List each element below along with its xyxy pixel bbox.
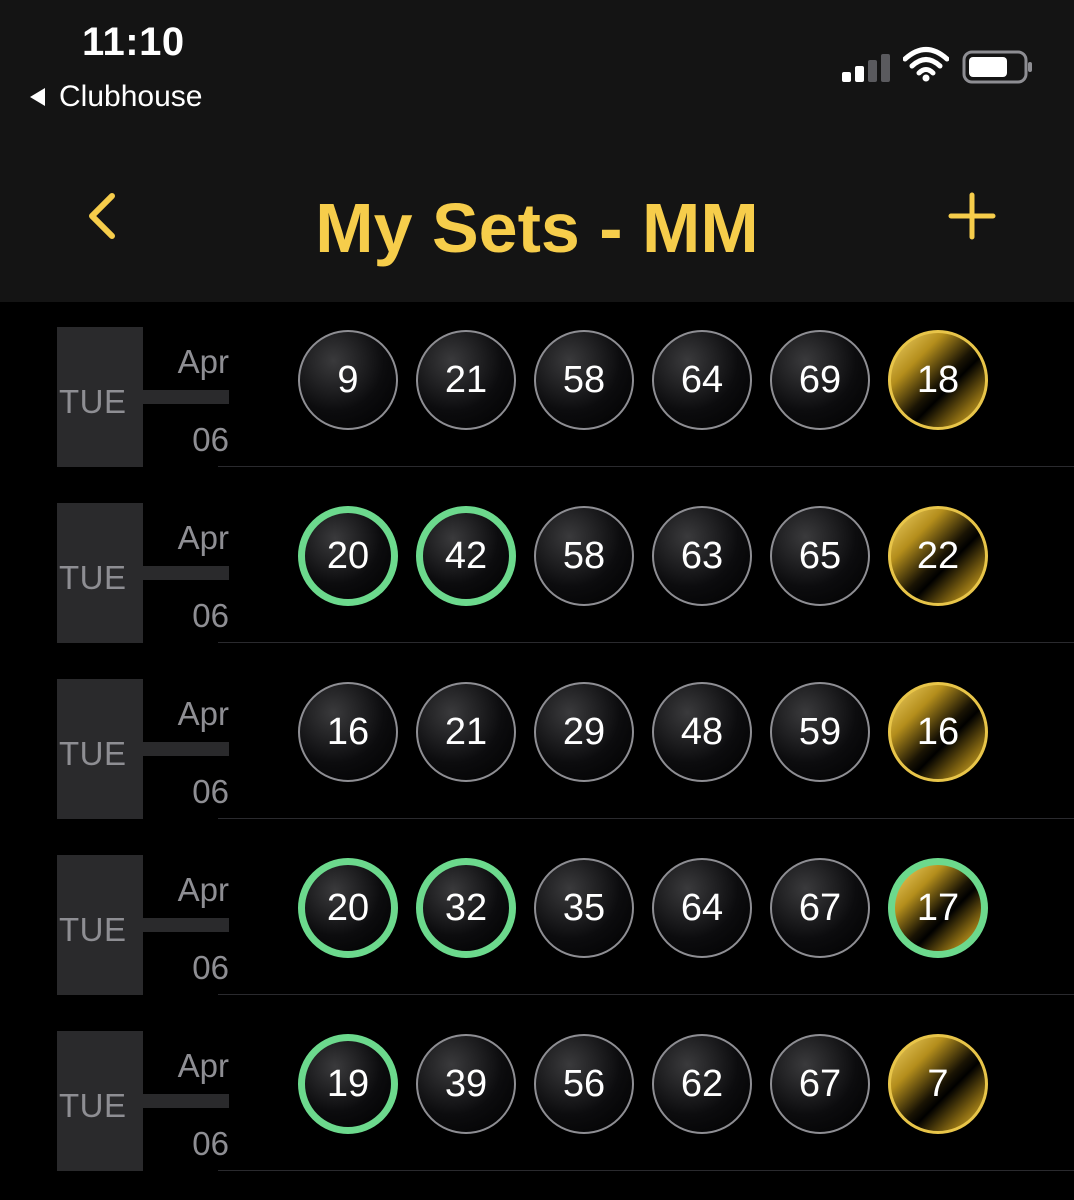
weekday-label: TUE (59, 383, 127, 420)
back-triangle-icon (30, 88, 45, 106)
signal-bar-1 (842, 72, 851, 82)
number-balls: 20 32 35 64 67 17 (298, 858, 988, 958)
app-screen: 11:10 Clubhouse My Sets - MM TUE Apr 06 … (0, 0, 1074, 1200)
weekday-label: TUE (59, 559, 127, 596)
date-label: 06 (192, 1125, 229, 1162)
set-date: TUE Apr 06 (57, 327, 232, 467)
row-divider (218, 1170, 1074, 1171)
mega-ball: 17 (888, 858, 988, 958)
date-divider (143, 390, 229, 404)
set-row[interactable]: TUE Apr 06 20 42 58 63 65 22 (0, 478, 1074, 654)
signal-bar-2 (855, 66, 864, 82)
number-balls: 20 42 58 63 65 22 (298, 506, 988, 606)
number-ball: 20 (298, 858, 398, 958)
number-ball: 29 (534, 682, 634, 782)
date-divider (143, 742, 229, 756)
date-label: 06 (192, 949, 229, 986)
number-ball: 39 (416, 1034, 516, 1134)
cellular-signal-icon (842, 52, 892, 82)
number-balls: 19 39 56 62 67 7 (298, 1034, 988, 1134)
number-ball: 16 (298, 682, 398, 782)
month-label: Apr (177, 1047, 229, 1084)
date-divider (143, 918, 229, 932)
set-date: TUE Apr 06 (57, 679, 232, 819)
number-ball: 20 (298, 506, 398, 606)
navigation-header: My Sets - MM (0, 140, 1074, 302)
mega-ball: 7 (888, 1034, 988, 1134)
page-title: My Sets - MM (315, 189, 759, 267)
mega-ball: 16 (888, 682, 988, 782)
set-date: TUE Apr 06 (57, 1031, 232, 1171)
row-divider (218, 466, 1074, 467)
number-ball: 21 (416, 330, 516, 430)
number-ball: 21 (416, 682, 516, 782)
number-ball: 9 (298, 330, 398, 430)
set-date: TUE Apr 06 (57, 855, 232, 995)
status-bar: 11:10 Clubhouse (0, 0, 1074, 140)
number-ball: 63 (652, 506, 752, 606)
mega-ball: 22 (888, 506, 988, 606)
number-ball: 59 (770, 682, 870, 782)
set-row[interactable]: TUE Apr 06 19 39 56 62 67 7 (0, 1006, 1074, 1182)
number-ball: 58 (534, 506, 634, 606)
number-ball: 58 (534, 330, 634, 430)
number-ball: 69 (770, 330, 870, 430)
row-divider (218, 994, 1074, 995)
number-ball: 67 (770, 1034, 870, 1134)
number-ball: 67 (770, 858, 870, 958)
set-row[interactable]: TUE Apr 06 16 21 29 48 59 16 (0, 654, 1074, 830)
number-balls: 16 21 29 48 59 16 (298, 682, 988, 782)
number-balls: 9 21 58 64 69 18 (298, 330, 988, 430)
number-ball: 62 (652, 1034, 752, 1134)
weekday-label: TUE (59, 911, 127, 948)
number-ball: 64 (652, 330, 752, 430)
status-time: 11:10 (82, 20, 185, 64)
month-label: Apr (177, 519, 229, 556)
set-date: TUE Apr 06 (57, 503, 232, 643)
row-divider (218, 642, 1074, 643)
plus-icon[interactable] (948, 192, 996, 240)
month-label: Apr (177, 871, 229, 908)
number-ball: 42 (416, 506, 516, 606)
number-ball: 48 (652, 682, 752, 782)
date-divider (143, 566, 229, 580)
mega-ball: 18 (888, 330, 988, 430)
number-ball: 32 (416, 858, 516, 958)
number-ball: 64 (652, 858, 752, 958)
wifi-icon (903, 47, 949, 82)
row-divider (218, 818, 1074, 819)
battery-icon (962, 50, 1032, 84)
sets-list: TUE Apr 06 9 21 58 64 69 18 TUE Apr 06 20 42 58 63 65 22 T… (0, 302, 1074, 1182)
weekday-label: TUE (59, 735, 127, 772)
weekday-label: TUE (59, 1087, 127, 1124)
month-label: Apr (177, 343, 229, 380)
number-ball: 35 (534, 858, 634, 958)
set-row[interactable]: TUE Apr 06 9 21 58 64 69 18 (0, 302, 1074, 478)
signal-bar-4 (881, 54, 890, 82)
back-to-app-link[interactable]: Clubhouse (30, 80, 202, 114)
number-ball: 19 (298, 1034, 398, 1134)
back-app-label: Clubhouse (59, 80, 203, 113)
date-label: 06 (192, 773, 229, 810)
number-ball: 65 (770, 506, 870, 606)
month-label: Apr (177, 695, 229, 732)
signal-bar-3 (868, 60, 877, 82)
date-divider (143, 1094, 229, 1108)
date-label: 06 (192, 421, 229, 458)
number-ball: 56 (534, 1034, 634, 1134)
date-label: 06 (192, 597, 229, 634)
set-row[interactable]: TUE Apr 06 20 32 35 64 67 17 (0, 830, 1074, 1006)
